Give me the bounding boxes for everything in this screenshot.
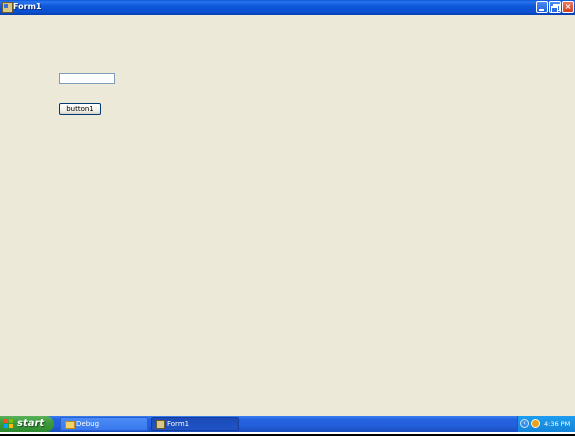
close-icon: × [564, 2, 572, 11]
security-alert-icon[interactable] [531, 419, 540, 428]
window-title: Form1 [13, 2, 42, 11]
windows-logo-icon [4, 419, 14, 429]
taskbar: start Debug Form1 ‹ 4:36 PM [0, 416, 575, 432]
clock[interactable]: 4:36 PM [544, 416, 570, 432]
start-label: start [17, 418, 45, 429]
taskbar-item-label: Debug [76, 420, 100, 428]
restore-button[interactable] [549, 1, 561, 13]
form-app-icon [156, 420, 165, 429]
taskbar-item-debug[interactable]: Debug [60, 417, 148, 431]
minimize-button[interactable] [536, 1, 548, 13]
system-tray: ‹ 4:36 PM [517, 416, 575, 432]
form-app-icon[interactable] [2, 2, 13, 13]
screen: Form1 × button1 start Debug Form1 ‹ 4:36… [0, 0, 575, 437]
start-button[interactable]: start [0, 416, 54, 432]
folder-icon [65, 421, 75, 429]
button1-button[interactable]: button1 [59, 103, 101, 115]
close-button[interactable]: × [562, 1, 574, 13]
taskbar-item-label: Form1 [167, 420, 190, 428]
screen-bottom-line [0, 434, 575, 436]
title-bar[interactable]: Form1 × [0, 0, 575, 15]
show-hidden-icons-icon[interactable]: ‹ [520, 419, 529, 428]
text-input[interactable] [59, 73, 115, 84]
taskbar-item-form1[interactable]: Form1 [151, 417, 239, 431]
minimize-icon [539, 9, 544, 11]
